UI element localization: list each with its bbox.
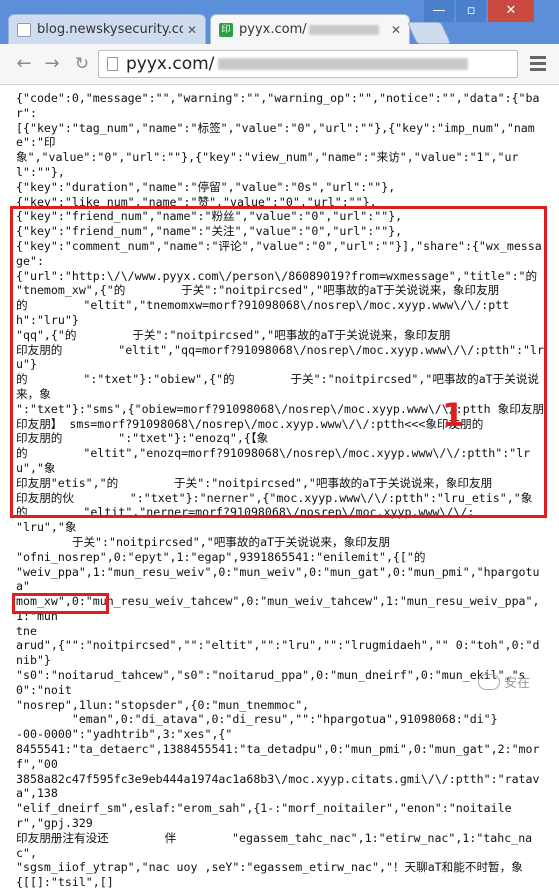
tab-title-text: pyyx.com/ <box>239 22 307 37</box>
pyyx-favicon-icon: 印 <box>219 22 233 37</box>
minimize-icon[interactable]: — <box>424 0 454 22</box>
tab-blog-newskysecurity[interactable]: blog.newskysecurity.cor ✕ <box>8 14 206 44</box>
tab-close-icon[interactable]: ✕ <box>391 23 401 37</box>
redacted-blur <box>308 24 379 35</box>
red-highlight-box <box>10 206 547 518</box>
json-line: 印友朋册注有没还 伴 "egassem_tahc_nac",1:"etirw_n… <box>16 830 533 860</box>
json-line: "eman",0:"di_atava",0:"di_resu","":"hpar… <box>16 712 498 727</box>
window-close-icon[interactable]: ✕ <box>488 0 534 22</box>
json-line: "weiv_ppa",1:"mun_resu_weiv",0:"mun_weiv… <box>16 564 540 594</box>
json-line: "sgsm_iiof_ytrap","nac uoy ,seY":"egasse… <box>16 860 523 875</box>
watermark-text: 安在 <box>504 676 531 691</box>
json-line: {[[]:"tsil",[] <box>16 875 114 890</box>
tab-pyyx[interactable]: 印 pyyx.com/ ✕ <box>210 14 410 44</box>
json-line: "nosrep",1lun:"stopsder",{0:"mun_tnemmoc… <box>16 697 310 712</box>
wechat-watermark: 安在 <box>478 672 530 691</box>
page-favicon-icon <box>17 22 31 37</box>
json-line: [{"key":"tag_num","name":"标签","value":"0… <box>16 120 535 150</box>
json-line: "elif_dneirf_sm",eslaf:"erom_sah",{1-:"m… <box>16 801 512 831</box>
browser-titlebar: blog.newskysecurity.cor ✕ 印 pyyx.com/ ✕ … <box>0 0 559 45</box>
back-arrow-icon[interactable]: ← <box>12 52 36 76</box>
new-tab-button[interactable] <box>406 22 452 44</box>
json-line: 8455541:"ta_detaerc",1388455541:"ta_deta… <box>16 742 540 771</box>
maximize-icon[interactable]: ▫ <box>456 0 486 22</box>
json-line: {"code":0,"message":"","warning":"","war… <box>16 91 540 120</box>
wechat-logo-icon <box>478 673 500 690</box>
json-line: {"key":"duration","name":"停留","value":"0… <box>16 179 396 194</box>
json-line: tne <box>16 623 37 638</box>
page-content: {"code":0,"message":"","warning":"","war… <box>0 85 559 889</box>
page-document-icon <box>107 57 118 71</box>
json-line: "ofni_nosrep",0:"epyt",1:"egap",93918655… <box>16 549 426 564</box>
json-line: 于关":"noitpircsed","吧事故的aT于关说说来，象印友朋 <box>16 534 390 549</box>
reload-icon[interactable]: ↻ <box>70 52 94 76</box>
json-line: "s0":"noitarud_tahcew","s0":"noitarud_pp… <box>16 668 526 697</box>
address-bar-url: pyyx.com/ <box>126 54 215 74</box>
forward-arrow-icon[interactable]: → <box>40 52 64 76</box>
annotation-number: 1 <box>442 396 465 434</box>
tab-title: blog.newskysecurity.cor <box>37 22 183 37</box>
red-highlight-small-box <box>12 593 109 614</box>
address-bar[interactable]: pyyx.com/ <box>98 50 518 78</box>
json-line: 3858a82c47f595fc3e9eb444a1974ac1a68b3\/m… <box>16 771 540 801</box>
json-line: 象","value":"0","url":""},{"key":"view_nu… <box>16 150 519 179</box>
redacted-blur <box>218 58 469 70</box>
json-line: -00-0000":"yadhtrib",3:"xes",{" <box>16 727 233 742</box>
json-line: arud",{"":"noitpircsed","":"eltit","":"l… <box>16 638 540 668</box>
chrome-menu-icon[interactable] <box>528 54 548 74</box>
browser-toolbar: ← → ↻ pyyx.com/ <box>0 44 559 85</box>
tab-close-icon[interactable]: ✕ <box>187 23 197 37</box>
tab-title: pyyx.com/ <box>239 22 387 37</box>
